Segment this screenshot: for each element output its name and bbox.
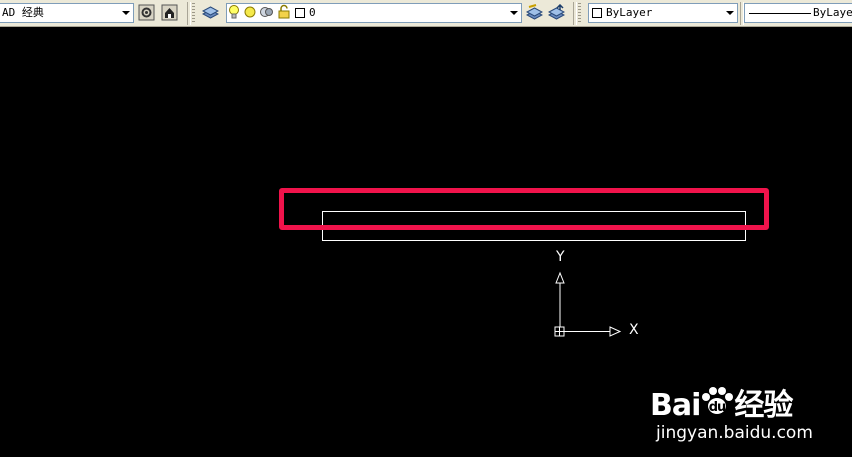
color-select[interactable]: ByLayer (588, 3, 738, 23)
ucs-y-label: Y (556, 249, 565, 265)
make-current-icon[interactable] (525, 4, 544, 21)
sun-icon[interactable] (243, 4, 260, 21)
layer-manager-icon[interactable] (201, 4, 220, 21)
lightbulb-icon[interactable] (227, 4, 244, 21)
layer-color-swatch (295, 8, 305, 18)
linetype-select[interactable]: ByLayer (744, 3, 852, 23)
chevron-down-icon[interactable] (120, 7, 131, 19)
ucs-x-label: X (629, 322, 639, 338)
toolbar-grip[interactable] (192, 3, 195, 24)
toolbar-separator (573, 2, 577, 25)
customize-icon[interactable] (161, 4, 178, 21)
ucs-icon: Y X (545, 247, 655, 347)
color-swatch (592, 8, 602, 18)
toolbar-grip[interactable] (578, 3, 581, 24)
toolbar: AD 经典 0 ByLayer ByLay (0, 0, 852, 27)
toolbar-separator (187, 2, 191, 25)
workspace-select[interactable]: AD 经典 (0, 3, 134, 23)
workspace-settings-icon[interactable] (138, 4, 155, 21)
chevron-down-icon[interactable] (724, 7, 735, 19)
watermark-url: jingyan.baidu.com (656, 423, 813, 443)
color-select-value: ByLayer (606, 6, 653, 19)
layer-select-value: 0 (309, 6, 316, 19)
drawing-canvas[interactable]: Y X Bai du 经验 jingyan.baidu.com (0, 27, 852, 443)
lock-icon[interactable] (277, 4, 294, 21)
chevron-down-icon[interactable] (508, 7, 519, 19)
layer-previous-icon[interactable] (547, 3, 566, 21)
linetype-preview-line (749, 13, 811, 14)
watermark-brand-tail: 经验 (734, 388, 793, 423)
layer-select[interactable]: 0 (226, 3, 522, 23)
workspace-select-value: AD 经典 (2, 6, 44, 19)
paw-icon: du (702, 387, 734, 415)
linetype-select-value: ByLayer (813, 6, 852, 19)
highlight-box (279, 188, 769, 230)
watermark: Bai du 经验 jingyan.baidu.com (650, 372, 850, 457)
svg-text:du: du (709, 400, 726, 415)
watermark-brand-lead: Bai (650, 388, 701, 423)
layer-freeze-icon[interactable] (259, 4, 276, 21)
watermark-brand: Bai du 经验 (650, 380, 793, 424)
